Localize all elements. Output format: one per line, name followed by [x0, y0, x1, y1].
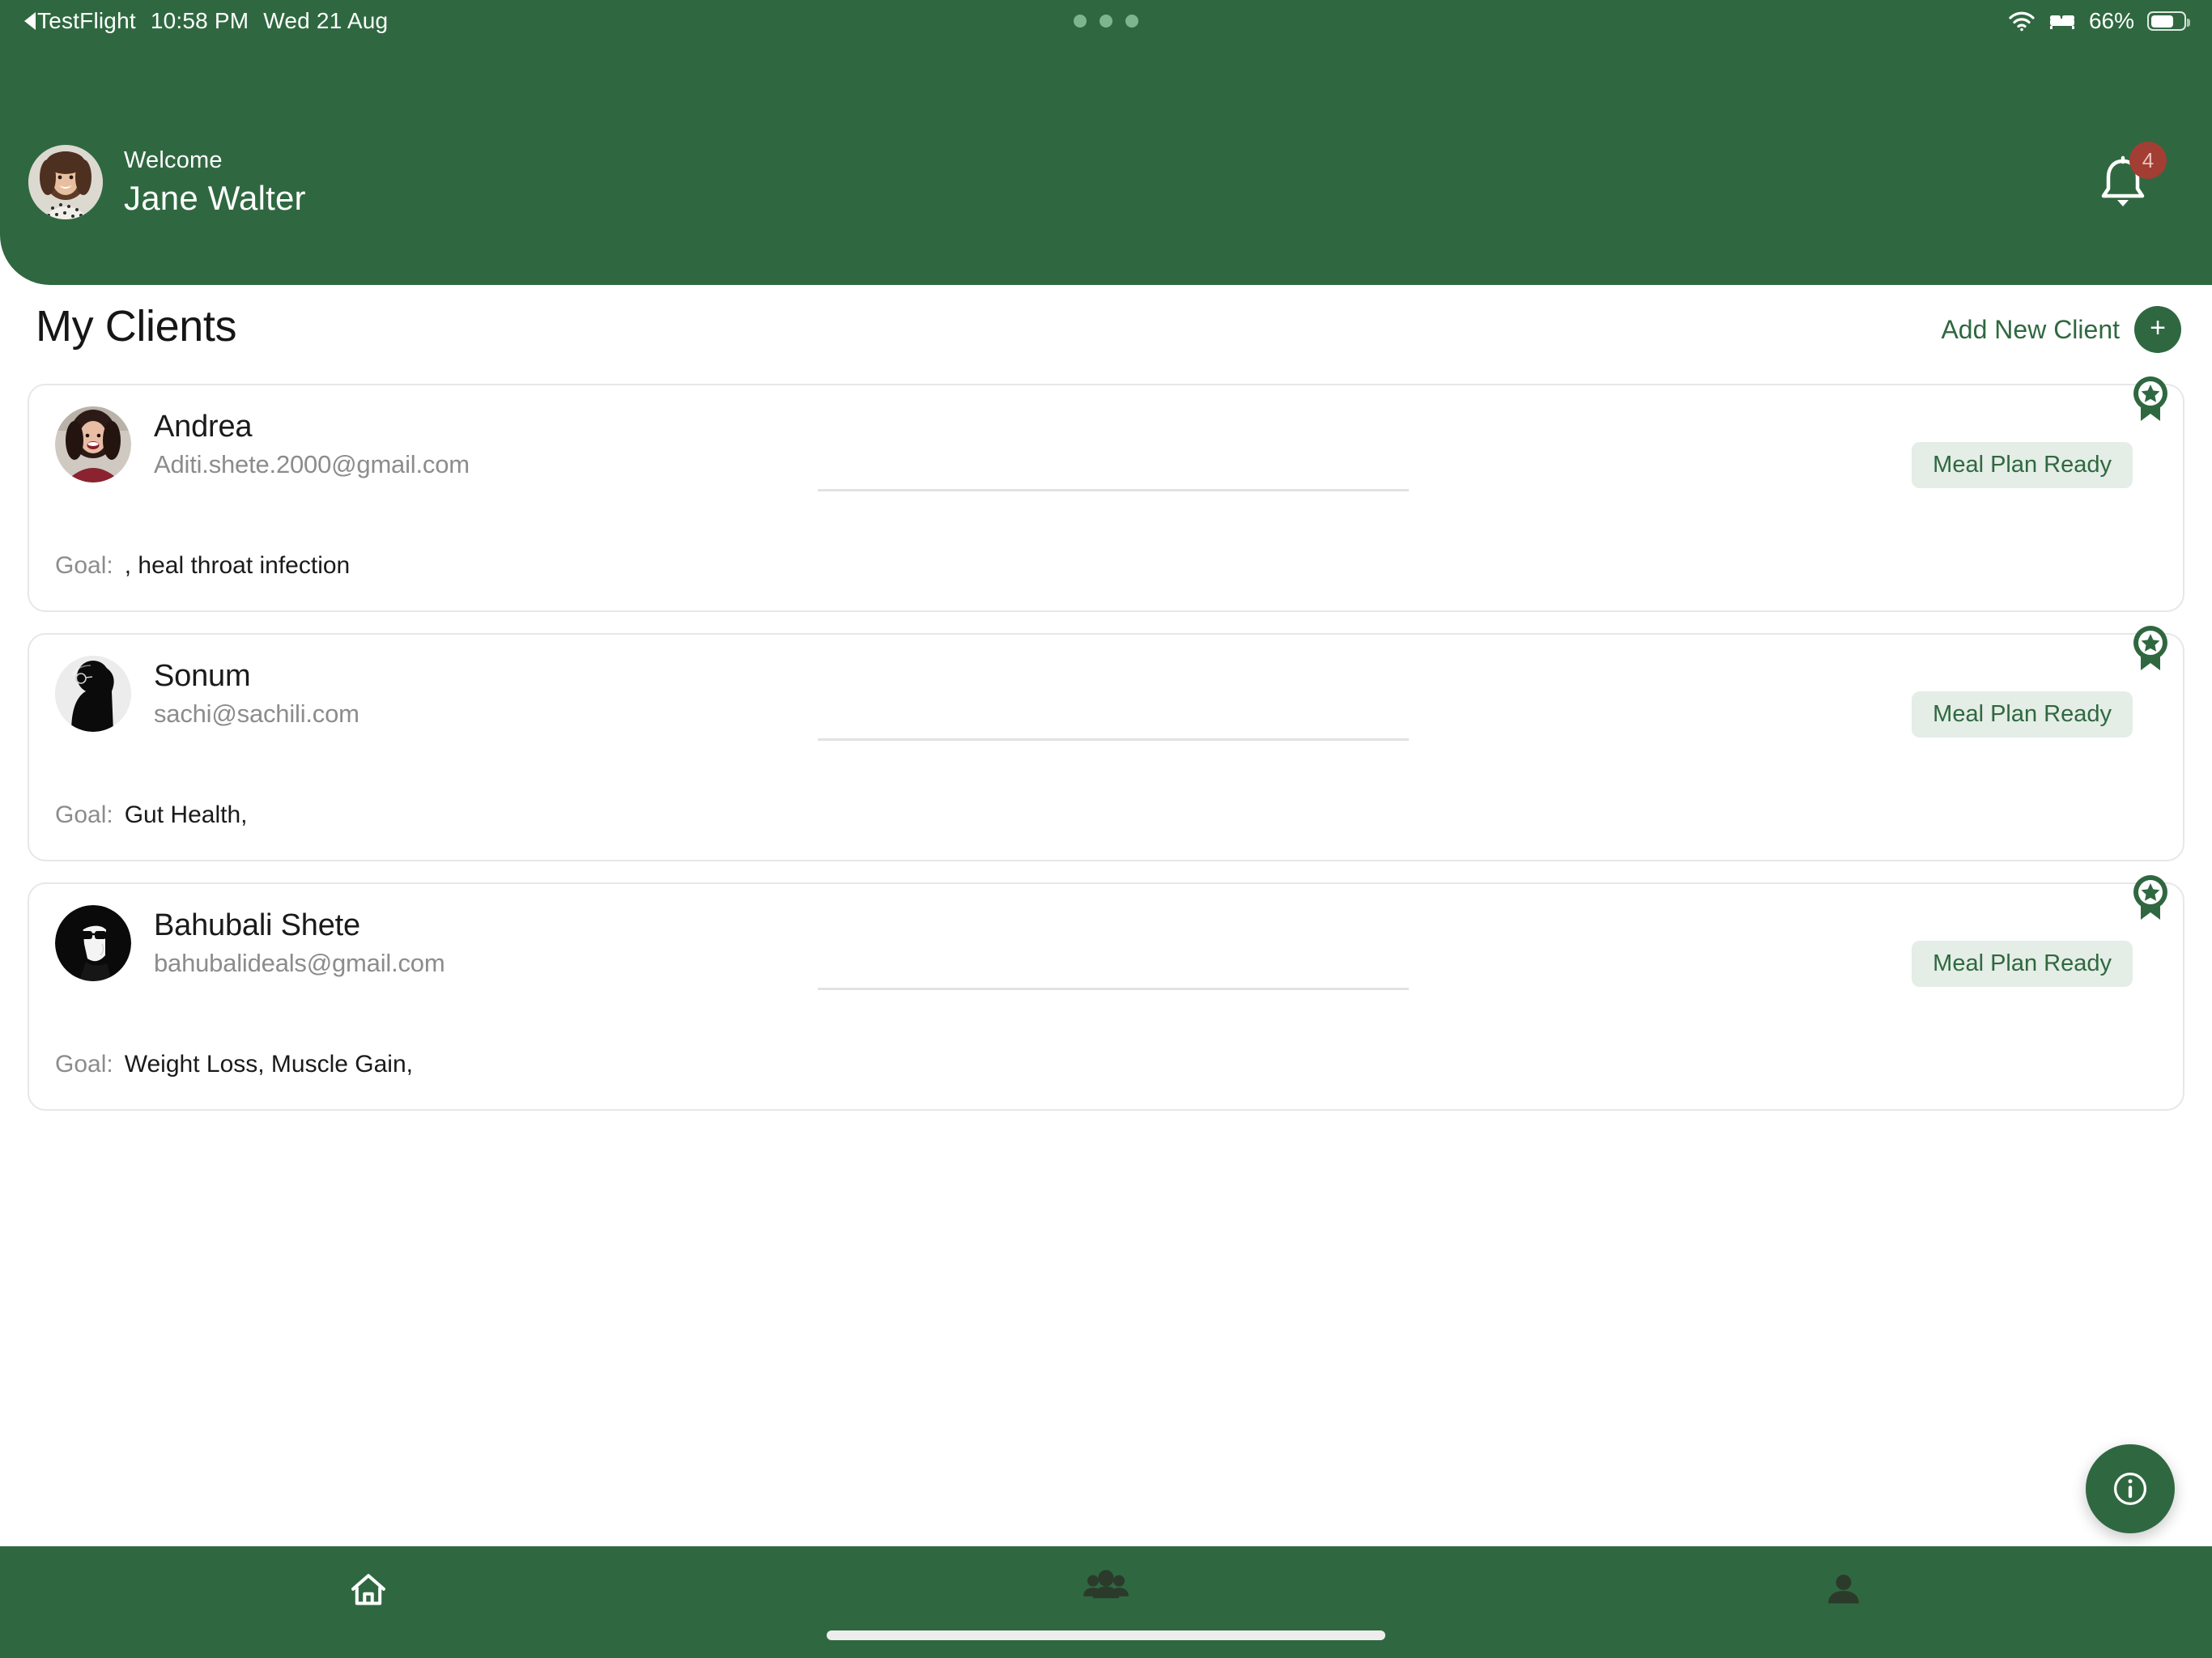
info-fab-button[interactable] [2086, 1444, 2175, 1533]
client-card[interactable]: Sonum sachi@sachili.com Goal: Gut Health,… [28, 626, 2184, 861]
client-goal-value: Gut Health, [124, 801, 248, 828]
people-group-icon [1083, 1570, 1129, 1599]
user-name: Jane Walter [124, 178, 306, 217]
client-goal-value: , heal throat infection [124, 552, 351, 579]
status-bar: TestFlight 10:58 PM Wed 21 Aug 66% [0, 0, 2212, 42]
client-avatar-image [55, 905, 131, 981]
client-goal-label: Goal: [55, 552, 113, 579]
client-name: Sonum [154, 658, 251, 693]
wifi-icon [2009, 11, 2035, 32]
card-divider [818, 489, 1409, 491]
add-new-client-button[interactable]: + [2134, 306, 2181, 353]
page-title-row: My Clients Add New Client + [0, 301, 2212, 374]
avatar-image [28, 145, 103, 219]
client-avatar-image [55, 656, 131, 732]
status-badge: Meal Plan Ready [1912, 941, 2133, 987]
welcome-block: Welcome Jane Walter [124, 147, 306, 217]
client-goal: Goal: Weight Loss, Muscle Gain, [55, 1051, 413, 1078]
info-icon [2113, 1472, 2147, 1506]
bed-focus-icon [2049, 15, 2074, 29]
award-ribbon-icon [2133, 875, 2167, 920]
client-card[interactable]: Bahubali Shete bahubalideals@gmail.com G… [28, 875, 2184, 1111]
welcome-label: Welcome [124, 147, 223, 174]
client-identity: Bahubali Shete bahubalideals@gmail.com [55, 905, 445, 981]
notification-bell-button[interactable]: 4 [2091, 142, 2167, 215]
status-time: 10:58 PM [150, 8, 249, 33]
battery-icon [2147, 11, 2190, 31]
page-title: My Clients [36, 302, 237, 351]
client-goal-label: Goal: [55, 1051, 113, 1078]
add-new-client-label[interactable]: Add New Client [1941, 315, 2120, 345]
client-text-block: Andrea Aditi.shete.2000@gmail.com [154, 410, 470, 480]
card-divider [818, 738, 1409, 741]
bottom-nav [0, 1546, 2212, 1658]
header-user-block[interactable]: Welcome Jane Walter [28, 145, 306, 219]
client-name: Andrea [154, 409, 253, 444]
client-card[interactable]: Andrea Aditi.shete.2000@gmail.com Goal:,… [28, 376, 2184, 612]
award-ribbon-icon [2133, 376, 2167, 421]
multitasking-dots-icon[interactable] [1074, 15, 1138, 28]
app-header: Welcome Jane Walter 4 [0, 0, 2212, 285]
award-ribbon-icon [2133, 626, 2167, 670]
client-avatar-image [55, 406, 131, 483]
client-avatar[interactable] [55, 905, 131, 981]
status-back-app[interactable]: TestFlight [37, 8, 136, 34]
home-indicator[interactable] [827, 1630, 1385, 1640]
notification-badge: 4 [2129, 142, 2167, 179]
person-icon [1827, 1575, 1859, 1604]
battery-percent: 66% [2088, 8, 2134, 33]
client-goal: Goal: Gut Health, [55, 801, 247, 829]
client-goal-value: Weight Loss, Muscle Gain, [124, 1051, 413, 1078]
client-name: Bahubali Shete [154, 908, 360, 942]
card-divider [818, 988, 1409, 990]
client-identity: Andrea Aditi.shete.2000@gmail.com [55, 406, 470, 483]
status-badge: Meal Plan Ready [1912, 691, 2133, 738]
client-email: Aditi.shete.2000@gmail.com [154, 450, 470, 479]
add-new-client-group[interactable]: Add New Client + [1941, 306, 2181, 353]
client-avatar[interactable] [55, 406, 131, 483]
status-bar-right: 66% [2008, 8, 2190, 34]
client-list: Andrea Aditi.shete.2000@gmail.com Goal:,… [28, 376, 2184, 1132]
client-goal-label: Goal: [55, 801, 113, 828]
nav-item-home[interactable] [0, 1546, 738, 1611]
client-goal: Goal: , heal throat infection [55, 552, 350, 580]
nav-item-clients[interactable] [738, 1546, 1475, 1601]
app-screen: Welcome Jane Walter 4 TestFlight 10:58 P… [0, 0, 2212, 1658]
client-email: sachi@sachili.com [154, 699, 359, 729]
avatar[interactable] [28, 145, 103, 219]
client-text-block: Sonum sachi@sachili.com [154, 659, 359, 729]
client-identity: Sonum sachi@sachili.com [55, 656, 359, 732]
status-date: Wed 21 Aug [263, 8, 389, 33]
back-caret-icon[interactable] [24, 12, 36, 30]
client-text-block: Bahubali Shete bahubalideals@gmail.com [154, 908, 445, 979]
home-icon [351, 1574, 386, 1605]
status-bar-left: TestFlight 10:58 PM Wed 21 Aug [24, 8, 388, 34]
client-email: bahubalideals@gmail.com [154, 949, 445, 978]
nav-item-profile[interactable] [1474, 1546, 2212, 1611]
status-badge: Meal Plan Ready [1912, 442, 2133, 488]
client-avatar[interactable] [55, 656, 131, 732]
